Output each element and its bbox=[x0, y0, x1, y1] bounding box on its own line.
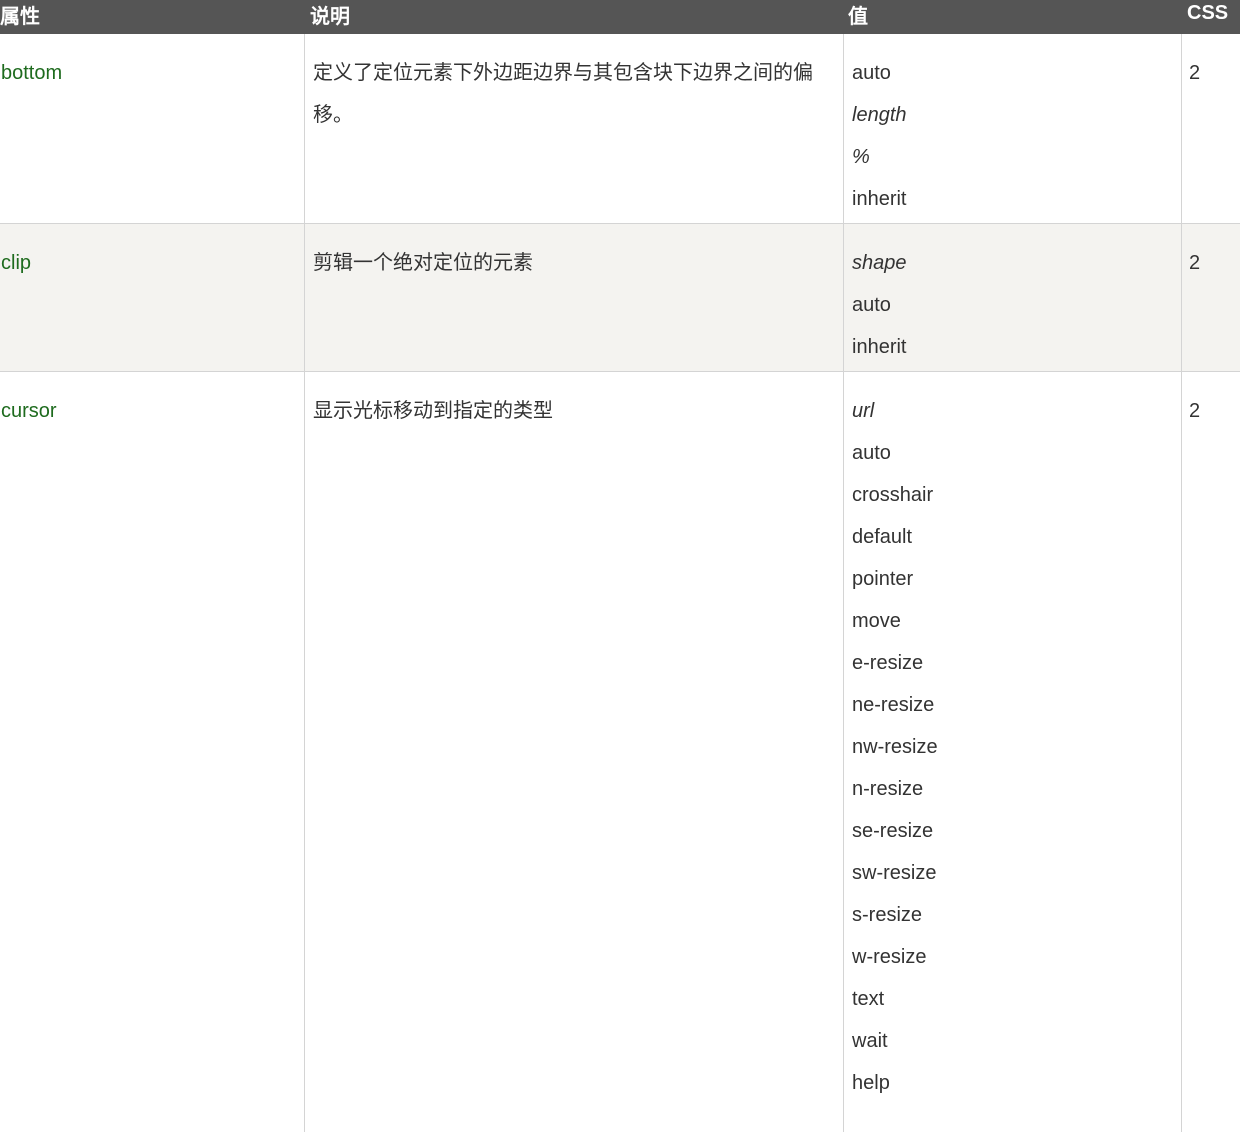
value-item: sw-resize bbox=[852, 862, 937, 884]
value-item: auto bbox=[852, 294, 891, 316]
value-item: inherit bbox=[852, 336, 907, 358]
property-link-bottom[interactable]: bottom bbox=[1, 62, 62, 84]
value-item: nw-resize bbox=[852, 736, 938, 758]
value-item: url bbox=[852, 400, 875, 422]
css-version-cell: 2 bbox=[1189, 252, 1201, 274]
value-item: n-resize bbox=[852, 778, 924, 800]
value-item: auto bbox=[852, 62, 891, 84]
property-cell: cursor bbox=[0, 372, 305, 1132]
value-item: default bbox=[852, 526, 913, 548]
header-css: CSS bbox=[1187, 2, 1229, 24]
value-item: e-resize bbox=[852, 652, 924, 674]
description-cell: 定义了定位元素下外边距边界与其包含块下边界之间的偏移。 bbox=[305, 34, 844, 223]
value-item: move bbox=[852, 610, 901, 632]
value-item: s-resize bbox=[852, 904, 923, 926]
value-item: length bbox=[852, 104, 907, 126]
value-item: se-resize bbox=[852, 820, 934, 842]
value-item: ne-resize bbox=[852, 694, 935, 716]
values-cell: shape auto inherit bbox=[844, 224, 1182, 371]
header-property: 属性 bbox=[0, 6, 40, 28]
values-cell: auto length% inherit bbox=[844, 34, 1182, 223]
table-row: bottom 定义了定位元素下外边距边界与其包含块下边界之间的偏移。 auto l… bbox=[0, 34, 1240, 224]
value-item: auto bbox=[852, 442, 891, 464]
value-item: wait bbox=[852, 1030, 888, 1052]
header-description: 说明 bbox=[310, 6, 350, 28]
description-cell: 显示光标移动到指定的类型 bbox=[305, 372, 844, 1132]
value-item: % bbox=[852, 146, 870, 168]
property-cell: bottom bbox=[0, 34, 305, 223]
css-version-cell: 2 bbox=[1189, 400, 1201, 422]
value-item: crosshair bbox=[852, 484, 934, 506]
value-item: text bbox=[852, 988, 885, 1010]
value-item: help bbox=[852, 1072, 890, 1094]
header-values: 值 bbox=[848, 6, 868, 28]
value-item: inherit bbox=[852, 188, 907, 210]
property-cell: clip bbox=[0, 224, 305, 371]
css-version-cell: 2 bbox=[1189, 62, 1201, 84]
property-link-cursor[interactable]: cursor bbox=[1, 400, 57, 422]
css-property-table: 属性 说明 值 CSS bottom 定义了定位元素下外边距边界与其包含块下边界… bbox=[0, 0, 1240, 1132]
value-item: w-resize bbox=[852, 946, 927, 968]
values-cell: url auto crosshair default pointer move e-resi… bbox=[844, 372, 1182, 1132]
table-row: cursor 显示光标移动到指定的类型 url auto crosshair defa… bbox=[0, 372, 1240, 1132]
table-row: clip 剪辑一个绝对定位的元素 shape auto inherit 2 bbox=[0, 224, 1240, 372]
table-header: 属性 说明 值 CSS bbox=[0, 0, 1240, 34]
property-link-clip[interactable]: clip bbox=[1, 252, 31, 274]
value-item: pointer bbox=[852, 568, 914, 590]
description-cell: 剪辑一个绝对定位的元素 bbox=[305, 224, 844, 371]
value-item: shape bbox=[852, 252, 907, 274]
